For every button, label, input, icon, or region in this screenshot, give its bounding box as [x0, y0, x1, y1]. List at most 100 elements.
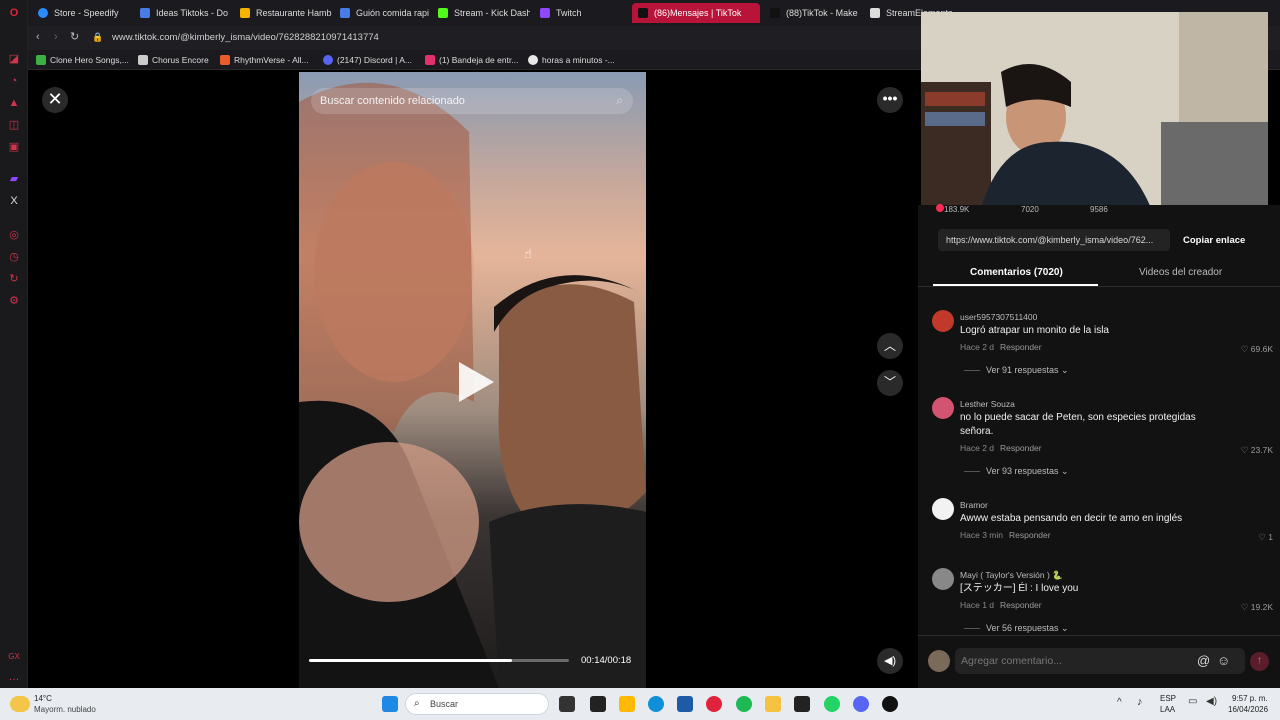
chevron-up-icon[interactable]: ︿: [877, 333, 903, 359]
avatar[interactable]: [932, 568, 954, 590]
opera-gx-icon[interactable]: [706, 696, 722, 712]
search-icon: ⌕: [414, 698, 420, 709]
x-icon[interactable]: X: [7, 194, 21, 208]
video-link[interactable]: https://www.tiktok.com/@kimberly_isma/vi…: [946, 235, 1153, 245]
view-replies-button[interactable]: Ver 91 respuestas ⌄: [964, 365, 1069, 376]
related-search[interactable]: Buscar contenido relacionado ⌕: [311, 88, 633, 114]
weather-desc[interactable]: Mayorm. nublado: [34, 705, 96, 714]
send-icon[interactable]: ↑: [1250, 652, 1269, 671]
search-icon[interactable]: ⌕: [616, 93, 623, 108]
bookmark[interactable]: Chorus Encore: [138, 52, 209, 68]
tab-active[interactable]: (86)Mensajes | TikTok: [632, 3, 760, 23]
sidebar-icon[interactable]: ↻: [7, 272, 21, 286]
volume-icon[interactable]: ◀): [1206, 696, 1217, 707]
link-box[interactable]: https://www.tiktok.com/@kimberly_isma/vi…: [938, 229, 1170, 251]
keyboard-layout[interactable]: LAA: [1160, 705, 1175, 714]
reply-button[interactable]: Responder: [1000, 342, 1042, 352]
view-replies-button[interactable]: Ver 93 respuestas ⌄: [964, 466, 1069, 477]
comment-text: Logró atrapar un monito de la isla: [960, 325, 1109, 336]
bookmark[interactable]: (1) Bandeja de entr...: [425, 52, 518, 68]
webcam-frame: [921, 12, 1268, 208]
sidebar-icon[interactable]: ▲: [7, 96, 21, 110]
sidebar-icon[interactable]: ▣: [7, 140, 21, 154]
volume-icon[interactable]: ◀): [877, 648, 903, 674]
bookmark[interactable]: RhythmVerse - All...: [220, 52, 309, 68]
history-icon[interactable]: ◷: [7, 250, 21, 264]
app-icon[interactable]: [590, 696, 606, 712]
bookmark[interactable]: (2147) Discord | A...: [323, 52, 412, 68]
comment-likes[interactable]: ♡ 1: [1258, 532, 1273, 543]
tab[interactable]: Restaurante Hamb: [234, 3, 332, 23]
discord-icon[interactable]: [853, 696, 869, 712]
comment-input[interactable]: Agregar comentario... @ ☺: [955, 648, 1245, 674]
tab-comments[interactable]: Comentarios (7020): [970, 267, 1063, 278]
heart-icon[interactable]: [936, 204, 944, 212]
bookmark-favicon-icon: [220, 55, 230, 65]
mention-icon[interactable]: @: [1197, 653, 1210, 668]
taskbar-search[interactable]: ⌕ Buscar: [405, 693, 549, 715]
chevron-up-icon[interactable]: ^: [1117, 697, 1122, 708]
tab[interactable]: (88)TikTok - Make: [764, 3, 864, 23]
forward-icon[interactable]: ›: [54, 31, 58, 43]
app-icon[interactable]: [882, 696, 898, 712]
related-search-input[interactable]: Buscar contenido relacionado: [320, 95, 465, 107]
avatar[interactable]: [932, 498, 954, 520]
bookmark[interactable]: Clone Hero Songs,...: [36, 52, 129, 68]
microphone-icon[interactable]: ♪: [1137, 696, 1143, 708]
video-player[interactable]: Buscar contenido relacionado ⌕ 00:14/00:…: [299, 72, 646, 688]
sidebar-icon[interactable]: ◫: [7, 118, 21, 132]
comment-user[interactable]: Lesther Souza: [960, 399, 1015, 409]
task-view-icon[interactable]: [559, 696, 575, 712]
avatar[interactable]: [932, 397, 954, 419]
twitch-icon[interactable]: ▰: [7, 172, 21, 186]
tab[interactable]: Guión comida rapi: [334, 3, 432, 23]
tab[interactable]: Store - Speedify: [32, 3, 130, 23]
sidebar-icon[interactable]: ◎: [7, 228, 21, 242]
comment-user[interactable]: Mayi ( Taylor's Versión ) 🐍: [960, 570, 1063, 581]
comment-likes[interactable]: ♡ 69.6K: [1241, 344, 1273, 355]
tab[interactable]: Ideas Tiktoks - Do: [134, 3, 232, 23]
edge-icon[interactable]: [648, 696, 664, 712]
comment-likes[interactable]: ♡ 23.7K: [1241, 445, 1273, 456]
tab[interactable]: Stream - Kick Dash: [432, 3, 530, 23]
sidebar-icon[interactable]: ◔: [7, 74, 21, 88]
network-icon[interactable]: ▭: [1188, 696, 1197, 707]
weather-temp[interactable]: 14°C: [34, 694, 52, 703]
clock-date[interactable]: 16/04/2026: [1228, 705, 1268, 714]
gx-icon[interactable]: GX: [7, 650, 21, 664]
file-explorer-icon[interactable]: [765, 696, 781, 712]
tab-creator-videos[interactable]: Videos del creador: [1139, 267, 1222, 278]
copy-link-button[interactable]: Copiar enlace: [1183, 235, 1245, 246]
progress-track[interactable]: [309, 659, 569, 662]
settings-icon[interactable]: ⚙: [7, 294, 21, 308]
close-icon[interactable]: ✕: [42, 87, 68, 113]
more-options-icon[interactable]: •••: [877, 87, 903, 113]
whatsapp-icon[interactable]: [824, 696, 840, 712]
reply-button[interactable]: Responder: [1000, 600, 1042, 610]
tab[interactable]: Twitch: [534, 3, 624, 23]
app-icon[interactable]: [619, 696, 635, 712]
spotify-icon[interactable]: [736, 696, 752, 712]
more-icon[interactable]: …: [7, 670, 21, 684]
epic-games-icon[interactable]: [794, 696, 810, 712]
sidebar-icon[interactable]: ◪: [7, 52, 21, 66]
comment-user[interactable]: Bramor: [960, 500, 988, 510]
avatar[interactable]: [932, 310, 954, 332]
store-icon[interactable]: [677, 696, 693, 712]
clock-time[interactable]: 9:57 p. m.: [1232, 694, 1268, 703]
reply-button[interactable]: Responder: [1000, 443, 1042, 453]
bookmark[interactable]: horas a minutos -...: [528, 52, 615, 68]
opera-logo-icon[interactable]: O: [7, 6, 21, 20]
url-text[interactable]: www.tiktok.com/@kimberly_isma/video/7628…: [112, 32, 379, 43]
emoji-icon[interactable]: ☺: [1217, 653, 1230, 668]
language-indicator[interactable]: ESP: [1160, 694, 1176, 703]
windows-start-icon[interactable]: [382, 696, 398, 712]
reload-icon[interactable]: ↻: [70, 30, 79, 43]
weather-icon[interactable]: [10, 696, 30, 712]
reply-button[interactable]: Responder: [1009, 530, 1051, 540]
chevron-down-icon[interactable]: ﹀: [877, 370, 903, 396]
comment-likes[interactable]: ♡ 19.2K: [1241, 602, 1273, 613]
back-icon[interactable]: ‹: [36, 31, 40, 43]
comment-user[interactable]: user5957307511400: [960, 312, 1037, 322]
view-replies-button[interactable]: Ver 56 respuestas ⌄: [964, 623, 1069, 634]
